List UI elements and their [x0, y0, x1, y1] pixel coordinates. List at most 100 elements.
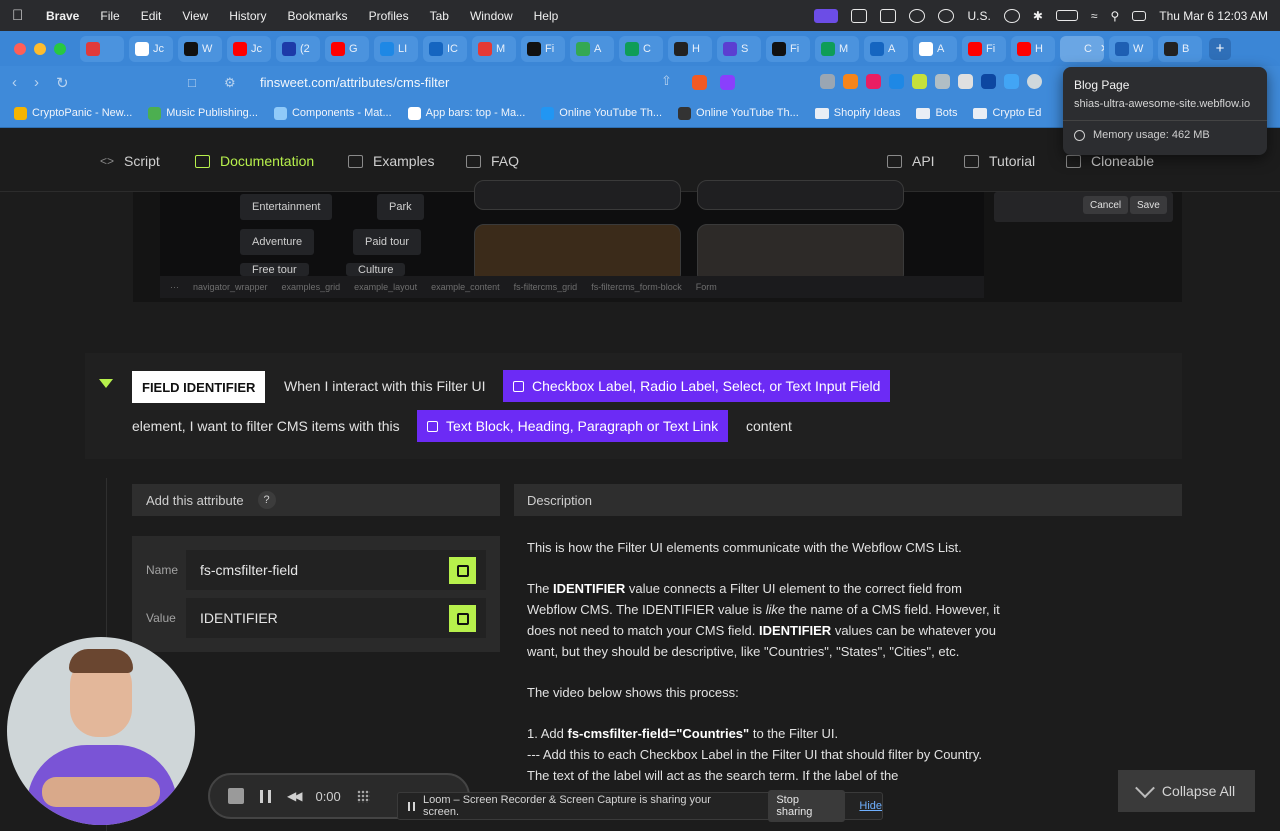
extension-badge-icon[interactable] [866, 74, 881, 89]
nav-cloneable[interactable]: Cloneable [1066, 153, 1154, 169]
browser-tab[interactable]: Fi [521, 35, 565, 62]
bookmark-item[interactable]: Online YouTube Th... [541, 106, 662, 120]
reload-icon[interactable]: ↻ [56, 74, 78, 92]
browser-tab[interactable]: M [815, 35, 859, 62]
browser-tab[interactable]: A [570, 35, 614, 62]
forward-arrow-icon[interactable]: › [34, 74, 56, 91]
menu-view[interactable]: View [182, 9, 208, 23]
menu-history[interactable]: History [229, 9, 266, 23]
spotlight-search-icon[interactable]: ⚲ [1110, 9, 1119, 23]
browser-tab[interactable]: S [717, 35, 761, 62]
copy-value-button[interactable] [449, 605, 476, 632]
input-source-label[interactable]: U.S. [967, 9, 990, 23]
brave-shields-icon[interactable] [692, 75, 707, 90]
share-icon[interactable]: ⇧ [661, 73, 683, 89]
nav-tutorial[interactable]: Tutorial [964, 153, 1035, 169]
browser-tab[interactable]: A [864, 35, 908, 62]
maximize-window-button[interactable] [54, 42, 66, 55]
nav-documentation[interactable]: Documentation [195, 153, 314, 169]
bookmark-item[interactable]: App bars: top - Ma... [407, 106, 525, 120]
browser-tab[interactable]: W [178, 35, 222, 62]
battery-icon[interactable] [1055, 10, 1078, 21]
bookmark-folder[interactable]: Crypto Ed [973, 107, 1041, 119]
browser-tab[interactable]: C [619, 35, 663, 62]
extension-fp-icon[interactable] [912, 74, 927, 89]
browser-tab[interactable] [80, 35, 124, 62]
browser-tab[interactable]: M [472, 35, 516, 62]
browser-tab[interactable]: A [913, 35, 957, 62]
browser-tab[interactable]: B [1158, 35, 1202, 62]
browser-tab[interactable]: W [1109, 35, 1153, 62]
play-circle-icon[interactable] [938, 8, 955, 23]
close-window-button[interactable] [14, 42, 26, 55]
copy-name-button[interactable] [449, 557, 476, 584]
menu-file[interactable]: File [100, 9, 119, 23]
new-tab-button[interactable]: + [1209, 37, 1231, 60]
loom-status-icon[interactable] [814, 8, 839, 23]
browser-tab[interactable]: Fi [962, 35, 1006, 62]
drag-handle-icon[interactable] [356, 789, 370, 803]
bookmark-item[interactable]: Components - Mat... [273, 106, 392, 120]
stop-sharing-button[interactable]: Stop sharing [768, 790, 846, 822]
menu-window[interactable]: Window [470, 9, 513, 23]
browser-tab[interactable]: H [1011, 35, 1055, 62]
bookmark-item[interactable]: Online YouTube Th... [678, 106, 799, 120]
nav-api[interactable]: API [887, 153, 935, 169]
browser-tab[interactable]: Jc [129, 35, 173, 62]
menu-profiles[interactable]: Profiles [369, 9, 409, 23]
bookmark-item[interactable]: Music Publishing... [148, 106, 258, 120]
nav-examples[interactable]: Examples [348, 153, 434, 169]
attribute-name-field[interactable]: fs-cmsfilter-field [186, 550, 486, 590]
url-field[interactable]: finsweet.com/attributes/cms-filter [260, 75, 449, 90]
nav-faq[interactable]: FAQ [466, 153, 519, 169]
collapse-all-button[interactable]: Collapse All [1118, 770, 1255, 812]
extension-refresh-icon[interactable] [935, 74, 950, 89]
extension-k-icon[interactable] [981, 74, 996, 89]
extension-blue-icon[interactable] [889, 74, 904, 89]
browser-tab[interactable]: (2 [276, 35, 320, 62]
restart-icon[interactable]: ◀◀ [287, 789, 303, 803]
extension-globe-icon[interactable] [1004, 74, 1019, 89]
collapse-arrow-icon[interactable] [99, 379, 113, 388]
wifi-icon[interactable]: ≈ [1091, 9, 1098, 23]
bookmark-folder[interactable]: Shopify Ideas [814, 107, 900, 119]
screen-icon[interactable] [851, 8, 868, 23]
brave-rewards-icon[interactable] [720, 75, 735, 90]
window-grid-icon[interactable] [880, 8, 897, 23]
extension-check-icon[interactable] [958, 74, 973, 89]
help-icon[interactable]: ? [257, 491, 276, 509]
bookmark-icon[interactable]: □ [188, 75, 210, 90]
menu-bookmarks[interactable]: Bookmarks [288, 9, 348, 23]
stop-recording-icon[interactable] [228, 788, 244, 804]
menu-edit[interactable]: Edit [141, 9, 162, 23]
check-badge-icon[interactable] [1003, 8, 1020, 23]
browser-tab[interactable]: LI [374, 35, 418, 62]
webcam-bubble[interactable] [7, 637, 195, 825]
menu-help[interactable]: Help [534, 9, 559, 23]
nav-script[interactable]: <> Script [100, 153, 160, 169]
bluetooth-icon[interactable]: ✱ [1033, 9, 1043, 23]
extension-circle-icon[interactable] [1027, 74, 1042, 89]
pause-icon[interactable] [260, 789, 271, 803]
control-center-icon[interactable] [1132, 10, 1147, 21]
browser-tab[interactable]: IC [423, 35, 467, 62]
close-tab-icon[interactable]: ✕ [1100, 42, 1104, 55]
site-settings-icon[interactable]: ⚙ [224, 75, 246, 91]
bookmark-folder[interactable]: Bots [916, 107, 957, 119]
extension-record-icon[interactable] [820, 74, 835, 89]
extension-metamask-icon[interactable] [843, 74, 858, 89]
menu-tab[interactable]: Tab [430, 9, 449, 23]
browser-tab[interactable]: Jc [227, 35, 271, 62]
attribute-value-field[interactable]: IDENTIFIER [186, 598, 486, 638]
back-arrow-icon[interactable]: ‹ [12, 74, 34, 91]
minimize-window-button[interactable] [34, 42, 46, 55]
menu-app-name[interactable]: Brave [46, 9, 79, 23]
bookmark-item[interactable]: CryptoPanic - New... [14, 106, 132, 120]
openai-icon[interactable] [909, 8, 926, 23]
menubar-clock[interactable]: Thu Mar 6 12:03 AM [1159, 9, 1268, 23]
browser-tab[interactable]: G [325, 35, 369, 62]
browser-tab[interactable]: C✕ [1060, 35, 1104, 62]
browser-tab[interactable]: Fi [766, 35, 810, 62]
browser-tab[interactable]: H [668, 35, 712, 62]
apple-icon[interactable]:  [12, 7, 34, 24]
